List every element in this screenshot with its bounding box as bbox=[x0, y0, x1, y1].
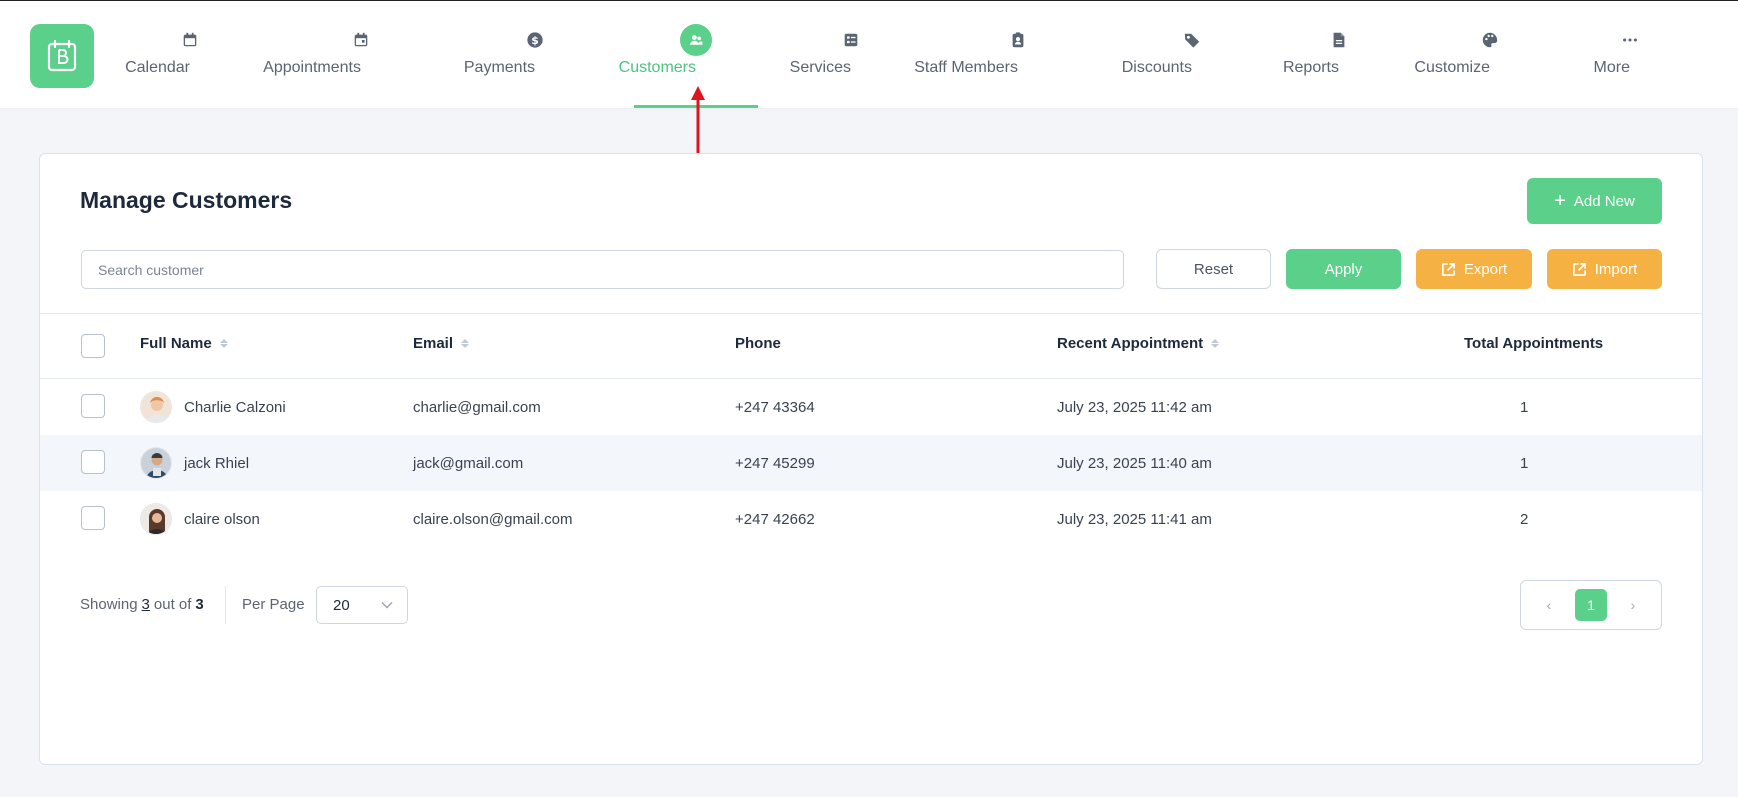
next-page-button[interactable]: › bbox=[1617, 589, 1649, 621]
customers-card: Manage Customers + Add New Reset Apply E… bbox=[39, 153, 1703, 765]
table-row[interactable]: claire olson claire.olson@gmail.com +247… bbox=[40, 491, 1702, 547]
apply-button[interactable]: Apply bbox=[1286, 249, 1401, 289]
total-appointments: 1 bbox=[1520, 454, 1529, 472]
import-button[interactable]: Import bbox=[1547, 249, 1662, 289]
customer-name: Charlie Calzoni bbox=[184, 398, 286, 416]
avatar bbox=[140, 447, 172, 479]
export-label: Export bbox=[1463, 260, 1508, 278]
nav-label-reports: Reports bbox=[1282, 59, 1339, 76]
nav-label-calendar: Calendar bbox=[125, 59, 190, 76]
column-header-total-appointments: Total Appointments bbox=[1464, 335, 1604, 352]
nav-label-appointments: Appointments bbox=[263, 59, 361, 76]
logo-icon bbox=[47, 39, 77, 72]
table-row[interactable]: Charlie Calzoni charlie@gmail.com +247 4… bbox=[40, 379, 1702, 435]
sort-icon bbox=[461, 339, 470, 348]
recent-appointment: July 23, 2025 11:42 am bbox=[1057, 398, 1212, 416]
nav-label-more: More bbox=[1593, 59, 1631, 76]
table-row[interactable]: jack Rhiel jack@gmail.com +247 45299 Jul… bbox=[40, 435, 1702, 491]
reset-button[interactable]: Reset bbox=[1156, 249, 1271, 289]
annotation-arrow bbox=[691, 86, 705, 160]
app-logo[interactable] bbox=[30, 24, 94, 88]
palette-icon bbox=[1479, 29, 1501, 51]
customer-email: claire.olson@gmail.com bbox=[413, 510, 573, 528]
customer-name: claire olson bbox=[184, 510, 260, 528]
add-new-button[interactable]: + Add New bbox=[1527, 178, 1662, 224]
per-page-label: Per Page bbox=[242, 596, 305, 613]
file-icon bbox=[1328, 29, 1350, 51]
row-checkbox[interactable] bbox=[81, 450, 105, 474]
per-page-value: 20 bbox=[333, 596, 350, 614]
nav-label-payments: Payments bbox=[463, 59, 536, 76]
customer-name: jack Rhiel bbox=[184, 454, 250, 472]
column-header-phone: Phone bbox=[735, 335, 781, 352]
customer-phone: +247 45299 bbox=[735, 454, 815, 472]
row-checkbox[interactable] bbox=[81, 506, 105, 530]
total-appointments: 1 bbox=[1520, 398, 1529, 416]
calendar-check-icon bbox=[350, 29, 372, 51]
external-link-icon bbox=[1441, 262, 1455, 276]
customer-email: charlie@gmail.com bbox=[413, 398, 541, 416]
tag-icon bbox=[1181, 29, 1203, 51]
external-link-icon bbox=[1572, 262, 1586, 276]
divider bbox=[40, 313, 1702, 314]
nav-label-services: Services bbox=[789, 59, 852, 76]
dollar-icon: $ bbox=[524, 29, 546, 51]
svg-text:$: $ bbox=[531, 34, 539, 47]
recent-appointment: July 23, 2025 11:40 am bbox=[1057, 454, 1212, 472]
avatar bbox=[140, 503, 172, 535]
divider bbox=[225, 586, 226, 624]
column-header-recent-appointment[interactable]: Recent Appointment bbox=[1057, 335, 1220, 352]
calendar-icon bbox=[179, 29, 201, 51]
column-header-full-name[interactable]: Full Name bbox=[140, 335, 228, 352]
top-navigation-bar: Calendar Appointments $ Payments Custome… bbox=[0, 0, 1738, 108]
select-all-checkbox[interactable] bbox=[81, 334, 105, 358]
showing-summary: Showing 3 out of 3 bbox=[80, 596, 204, 613]
page-title: Manage Customers bbox=[80, 187, 293, 213]
avatar bbox=[140, 391, 172, 423]
customer-phone: +247 42662 bbox=[735, 510, 815, 528]
nav-label-staff-members: Staff Members bbox=[914, 59, 1018, 76]
pagination: ‹ 1 › bbox=[1520, 580, 1662, 630]
export-button[interactable]: Export bbox=[1416, 249, 1532, 289]
clipboard-user-icon bbox=[1007, 29, 1029, 51]
nav-label-discounts: Discounts bbox=[1121, 59, 1192, 76]
add-new-label: Add New bbox=[1573, 192, 1635, 210]
total-appointments: 2 bbox=[1520, 510, 1529, 528]
customer-phone: +247 43364 bbox=[735, 398, 815, 416]
row-checkbox[interactable] bbox=[81, 394, 105, 418]
import-label: Import bbox=[1594, 260, 1638, 278]
prev-page-button[interactable]: ‹ bbox=[1533, 589, 1565, 621]
search-input[interactable] bbox=[81, 250, 1124, 289]
users-icon bbox=[680, 24, 712, 56]
per-page-select[interactable]: 20 bbox=[316, 586, 408, 624]
column-header-email[interactable]: Email bbox=[413, 335, 470, 352]
sort-icon bbox=[1211, 339, 1220, 348]
page-1-button[interactable]: 1 bbox=[1575, 589, 1607, 621]
recent-appointment: July 23, 2025 11:41 am bbox=[1057, 510, 1212, 528]
nav-label-customize: Customize bbox=[1414, 59, 1491, 76]
checklist-icon bbox=[840, 29, 862, 51]
sort-icon bbox=[219, 339, 228, 348]
more-dots-icon bbox=[1619, 29, 1641, 51]
customer-email: jack@gmail.com bbox=[413, 454, 524, 472]
showing-count: 3 bbox=[141, 596, 150, 613]
showing-total: 3 bbox=[195, 596, 204, 613]
chevron-down-icon bbox=[381, 602, 393, 609]
plus-icon: + bbox=[1554, 190, 1566, 212]
nav-label-customers: Customers bbox=[618, 59, 697, 76]
